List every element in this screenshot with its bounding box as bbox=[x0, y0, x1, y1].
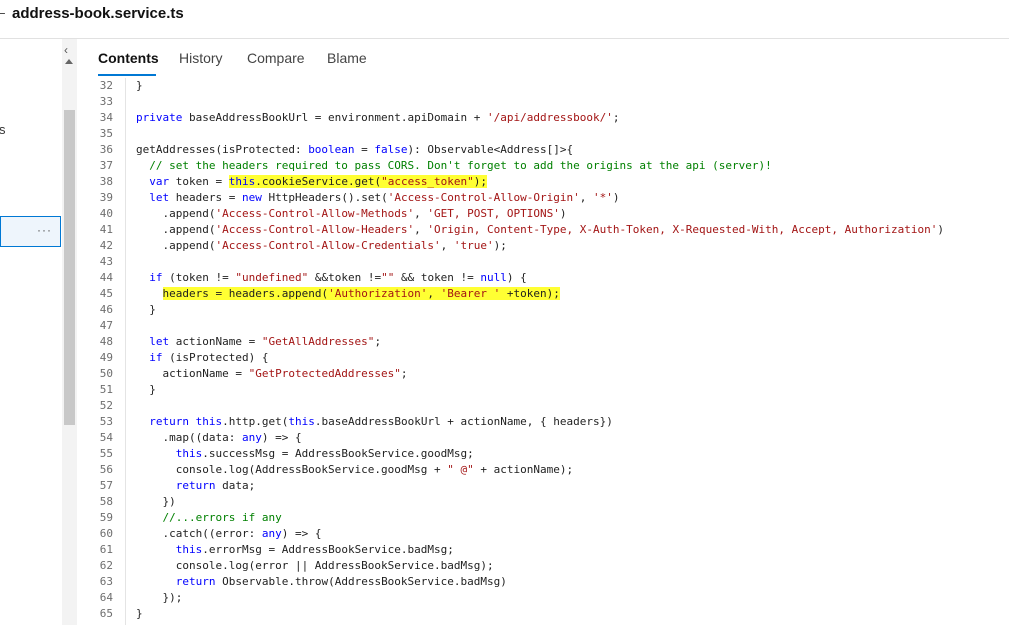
line-number: 58 bbox=[99, 495, 113, 508]
file-name: address-book.service.ts bbox=[12, 5, 184, 22]
line-number: 47 bbox=[99, 319, 113, 332]
code-text: //...errors if any bbox=[162, 511, 282, 524]
line-number: 63 bbox=[99, 575, 113, 588]
active-tab-indicator bbox=[98, 74, 156, 76]
sidebar-selected-item[interactable]: ··· bbox=[0, 216, 61, 247]
code-text: } bbox=[136, 383, 156, 396]
line-number: 54 bbox=[99, 431, 113, 444]
tab-compare[interactable]: Compare bbox=[247, 50, 305, 66]
code-text: let actionName = "GetAllAddresses"; bbox=[149, 335, 382, 348]
code-text: } bbox=[136, 79, 143, 92]
scrollbar-thumb[interactable] bbox=[64, 110, 75, 425]
file-tree-sidebar: s ··· bbox=[0, 39, 62, 625]
collapse-chevron-icon[interactable]: ‹ bbox=[64, 43, 68, 57]
sidebar-partial-label: s bbox=[0, 122, 6, 137]
line-number: 42 bbox=[99, 239, 113, 252]
tab-blame[interactable]: Blame bbox=[327, 50, 367, 66]
code-viewer: 32} 33 34 private baseAddressBookUrl = envi… bbox=[84, 78, 1009, 625]
line-number: 37 bbox=[99, 159, 113, 172]
line-number: 40 bbox=[99, 207, 113, 220]
line-number: 43 bbox=[99, 255, 113, 268]
code-text: let headers = new HttpHeaders().set('Acc… bbox=[149, 191, 620, 204]
line-number: 44 bbox=[99, 271, 113, 284]
code-text: .map((data: any) => { bbox=[136, 431, 302, 444]
code-text: getAddresses(isProtected: boolean = fals… bbox=[136, 143, 574, 156]
gutter-divider bbox=[125, 78, 126, 625]
line-number: 34 bbox=[99, 111, 113, 124]
code-text: return Observable.throw(AddressBookServi… bbox=[175, 575, 507, 588]
line-number: 41 bbox=[99, 223, 113, 236]
code-text: .catch((error: any) => { bbox=[136, 527, 322, 540]
line-number: 32 bbox=[99, 79, 113, 92]
more-options-icon[interactable]: ··· bbox=[37, 223, 52, 237]
tab-contents[interactable]: Contents bbox=[98, 50, 159, 66]
line-number: 49 bbox=[99, 351, 113, 364]
code-text: }); bbox=[136, 591, 183, 604]
code-text: private baseAddressBookUrl = environment… bbox=[136, 111, 620, 124]
code-text: .append('Access-Control-Allow-Methods', … bbox=[136, 207, 567, 220]
code-text: console.log(AddressBookService.goodMsg +… bbox=[136, 463, 574, 476]
line-number: 53 bbox=[99, 415, 113, 428]
code-text: } bbox=[136, 607, 143, 620]
line-number: 48 bbox=[99, 335, 113, 348]
line-number: 65 bbox=[99, 607, 113, 620]
line-number: 60 bbox=[99, 527, 113, 540]
line-number: 35 bbox=[99, 127, 113, 140]
sidebar-scrollbar[interactable]: ‹ bbox=[62, 39, 77, 625]
file-title-bar: ⌐ address-book.service.ts bbox=[0, 0, 1009, 39]
line-number: 64 bbox=[99, 591, 113, 604]
line-number: 55 bbox=[99, 447, 113, 460]
code-text: return data; bbox=[175, 479, 256, 492]
code-text: actionName = "GetProtectedAddresses"; bbox=[136, 367, 408, 380]
code-text: this.successMsg = AddressBookService.goo… bbox=[175, 447, 474, 460]
line-number: 61 bbox=[99, 543, 113, 556]
code-text: .append('Access-Control-Allow-Credential… bbox=[136, 239, 507, 252]
line-number: 39 bbox=[99, 191, 113, 204]
file-view-tabs: Contents History Compare Blame bbox=[84, 39, 984, 77]
line-number: 52 bbox=[99, 399, 113, 412]
line-number: 62 bbox=[99, 559, 113, 572]
code-text: if (isProtected) { bbox=[149, 351, 269, 364]
line-number: 38 bbox=[99, 175, 113, 188]
line-number: 36 bbox=[99, 143, 113, 156]
line-number: 59 bbox=[99, 511, 113, 524]
line-number: 33 bbox=[99, 95, 113, 108]
code-text: return this.http.get(this.baseAddressBoo… bbox=[149, 415, 613, 428]
scroll-up-arrow-icon[interactable] bbox=[65, 59, 73, 64]
tab-history[interactable]: History bbox=[179, 50, 223, 66]
chevron-icon[interactable]: ⌐ bbox=[0, 6, 6, 21]
line-number: 57 bbox=[99, 479, 113, 492]
line-number: 45 bbox=[99, 287, 113, 300]
line-number: 51 bbox=[99, 383, 113, 396]
code-text: // set the headers required to pass CORS… bbox=[149, 159, 772, 172]
code-text: if (token != "undefined" &&token !="" &&… bbox=[149, 271, 527, 284]
code-text: }) bbox=[136, 495, 176, 508]
line-number: 50 bbox=[99, 367, 113, 380]
line-number: 46 bbox=[99, 303, 113, 316]
code-text: console.log(error || AddressBookService.… bbox=[136, 559, 494, 572]
code-text: this.errorMsg = AddressBookService.badMs… bbox=[175, 543, 454, 556]
code-text: } bbox=[136, 303, 156, 316]
code-text: .append('Access-Control-Allow-Headers', … bbox=[136, 223, 944, 236]
line-number: 56 bbox=[99, 463, 113, 476]
code-text: headers = headers.append('Authorization'… bbox=[162, 287, 560, 300]
code-text: var token = this.cookieService.get("acce… bbox=[149, 175, 488, 188]
